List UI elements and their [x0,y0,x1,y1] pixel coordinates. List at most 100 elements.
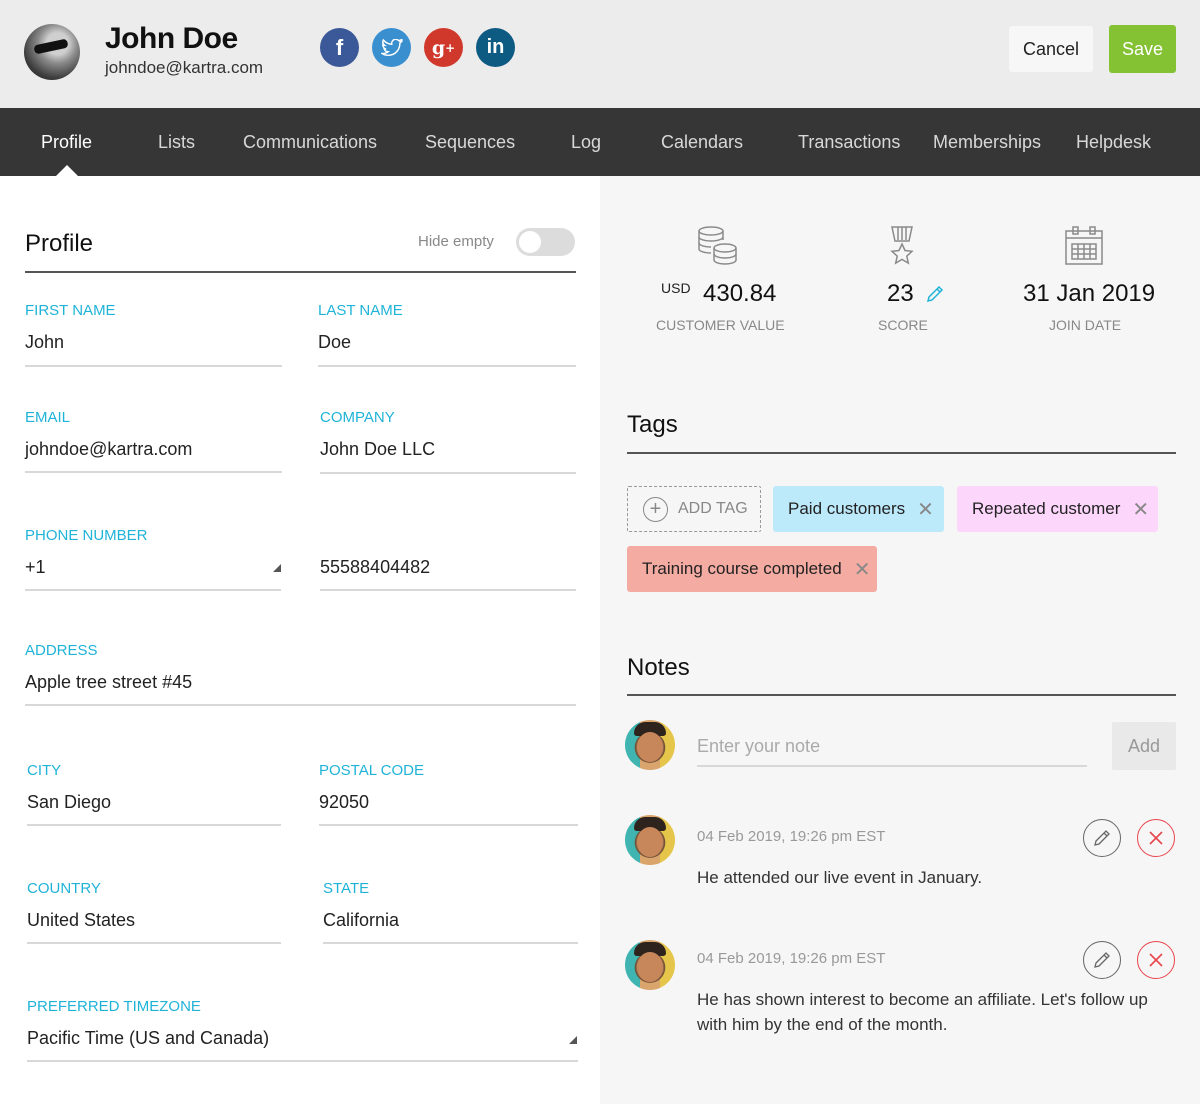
email-value[interactable]: johndoe@kartra.com [25,439,192,460]
tab-calendars[interactable]: Calendars [661,108,743,176]
calendar-icon [1065,226,1103,265]
remove-tag-icon[interactable]: ✕ [854,557,871,582]
timezone-caret-icon[interactable] [569,1036,577,1044]
postal-code-label: POSTAL CODE [319,762,425,779]
tag-label: Paid customers [788,499,906,518]
tag-chip[interactable]: Paid customers ✕ [773,486,944,532]
phone-number-value[interactable]: 55588404482 [320,557,430,578]
profile-divider [25,271,576,273]
edit-note-button[interactable] [1083,819,1121,857]
notes-title: Notes [627,654,690,681]
note-date: 04 Feb 2019, 19:26 pm EST [697,950,886,967]
address-underline [25,704,576,706]
add-tag-label: ADD TAG [678,500,748,517]
tag-label: Training course completed [642,559,842,578]
contact-name: John Doe [105,22,238,55]
profile-panel: Profile Hide empty FIRST NAME John LAST … [0,176,600,1104]
tag-chip[interactable]: Training course completed ✕ [627,546,877,592]
company-label: COMPANY [320,409,395,426]
customer-value-currency: USD [661,280,691,296]
phone-country-code[interactable]: +1 [25,557,46,578]
note-text: He attended our live event in January. [697,868,983,887]
tab-sequences[interactable]: Sequences [425,108,515,176]
add-tag-button[interactable]: + ADD TAG [627,486,761,532]
delete-note-button[interactable] [1137,819,1175,857]
join-date-value: 31 Jan 2019 [1023,280,1156,307]
state-label: STATE [323,880,370,897]
phone-code-caret-icon[interactable] [273,564,281,572]
edit-score-pencil-icon[interactable] [925,284,945,304]
postal-code-value[interactable]: 92050 [319,792,369,813]
pencil-icon [1094,952,1110,968]
plus-circle-icon: + [643,496,668,522]
tab-log[interactable]: Log [571,108,601,176]
coins-icon [698,226,737,265]
delete-note-button[interactable] [1137,941,1175,979]
last-name-label: LAST NAME [318,302,403,319]
close-icon [1149,953,1163,967]
customer-value-label: CUSTOMER VALUE [656,317,785,333]
tab-helpdesk[interactable]: Helpdesk [1076,108,1151,176]
add-note-button[interactable]: Add [1112,722,1176,770]
company-value[interactable]: John Doe LLC [320,439,435,460]
note-author-avatar [625,815,675,865]
twitter-icon[interactable] [372,28,411,67]
tag-chip[interactable]: Repeated customer ✕ [957,486,1158,532]
tags-title: Tags [627,411,678,438]
country-underline [27,942,281,944]
last-name-value[interactable]: Doe [318,332,351,353]
company-underline [320,472,576,474]
linkedin-icon[interactable]: in [476,28,515,67]
pencil-icon [1094,830,1110,846]
tab-transactions[interactable]: Transactions [798,108,900,176]
address-value[interactable]: Apple tree street #45 [25,672,192,693]
timezone-value[interactable]: Pacific Time (US and Canada) [27,1028,269,1049]
edit-note-button[interactable] [1083,941,1121,979]
customer-value-amount: 430.84 [703,280,777,307]
phone-label: PHONE NUMBER [25,527,148,544]
country-value[interactable]: United States [27,910,135,931]
phone-code-underline [25,589,281,591]
hide-empty-label: Hide empty [418,233,494,250]
contact-tabs: Profile Lists Communications Sequences L… [0,108,1200,176]
tab-profile[interactable]: Profile [41,108,92,176]
tab-memberships[interactable]: Memberships [933,108,1041,176]
address-label: ADDRESS [25,642,98,659]
remove-tag-icon[interactable]: ✕ [917,497,934,522]
notes-divider [627,694,1176,696]
tab-lists[interactable]: Lists [158,108,195,176]
note-input[interactable] [697,727,1087,767]
medal-icon [890,226,914,265]
summary-panel: USD 430.84 CUSTOMER VALUE 23 SCORE 31 Ja… [600,176,1200,1104]
facebook-icon[interactable]: f [320,28,359,67]
city-value[interactable]: San Diego [27,792,111,813]
first-name-label: FIRST NAME [25,302,116,319]
first-name-value[interactable]: John [25,332,64,353]
timezone-label: PREFERRED TIMEZONE [27,998,201,1015]
contact-header: John Doe johndoe@kartra.com f g + in Canc… [0,0,1200,108]
contact-avatar [24,24,80,80]
note-text: He has shown interest to become an affil… [697,990,1148,1034]
profile-title: Profile [25,230,94,257]
score-value: 23 [887,280,914,307]
twitter-bird-glyph [380,38,403,56]
cancel-button[interactable]: Cancel [1009,26,1093,72]
city-label: CITY [27,762,62,779]
score-label: SCORE [878,317,928,333]
state-value[interactable]: California [323,910,399,931]
hide-empty-toggle[interactable] [516,228,575,256]
email-label: EMAIL [25,409,71,426]
social-links: f g + in [320,28,515,67]
postal-code-underline [319,824,578,826]
city-underline [27,824,281,826]
close-icon [1149,831,1163,845]
last-name-underline [318,365,576,367]
remove-tag-icon[interactable]: ✕ [1132,497,1149,522]
tab-communications[interactable]: Communications [243,108,377,176]
google-plus-icon[interactable]: g + [424,28,463,67]
join-date-label: JOIN DATE [1049,317,1122,333]
note-date: 04 Feb 2019, 19:26 pm EST [697,828,886,845]
save-button[interactable]: Save [1109,25,1176,73]
state-underline [323,942,578,944]
contact-email: johndoe@kartra.com [105,58,264,77]
